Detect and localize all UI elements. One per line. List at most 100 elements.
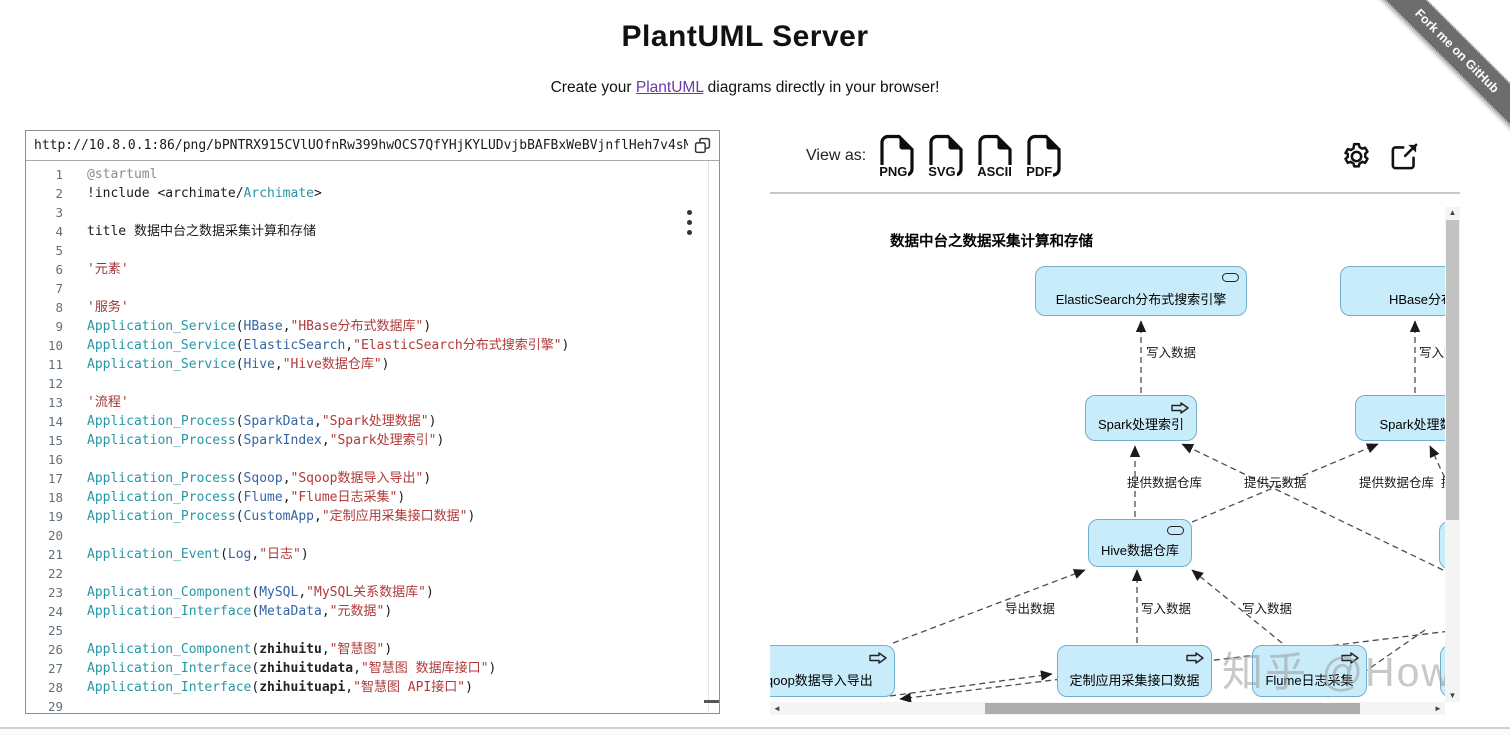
view-toolbar: View as: PNGSVGASCIIPDF <box>770 126 1460 186</box>
diagram-node-spark-index: Spark处理索引 <box>1085 395 1197 441</box>
horizontal-scrollbar[interactable]: ◄ ► <box>770 702 1445 715</box>
code-line: 22 <box>26 564 719 583</box>
line-number: 19 <box>26 507 63 526</box>
code-line: 8'服务' <box>26 298 719 317</box>
line-number: 21 <box>26 545 63 564</box>
code-line: 5 <box>26 241 719 260</box>
format-buttons: PNG SVG ASCII PDF <box>866 134 1062 178</box>
page-title: PlantUML Server <box>0 20 1490 54</box>
edge-label: 写入数据 <box>1242 598 1292 617</box>
plantuml-link[interactable]: PlantUML <box>636 79 703 96</box>
application-process-icon <box>1186 652 1204 667</box>
code-line: 14Application_Process(SparkData,"Spark处理… <box>26 412 719 431</box>
kebab-menu-icon[interactable] <box>685 205 693 240</box>
edge-label: 写入数据 <box>1141 598 1191 617</box>
copy-url-icon[interactable] <box>694 137 711 154</box>
diagram-title: 数据中台之数据采集计算和存储 <box>890 230 1093 251</box>
application-process-icon <box>869 652 887 667</box>
scroll-down-arrow[interactable]: ▼ <box>1445 690 1460 702</box>
application-service-icon <box>1222 273 1239 282</box>
diagram-preview: 数据中台之数据采集计算和存储 ElasticSearch分布式搜索引擎 HBase… <box>770 202 1460 715</box>
code-line: 20 <box>26 526 719 545</box>
line-number: 4 <box>26 222 63 241</box>
code-line: 7 <box>26 279 719 298</box>
code-line: 1@startuml <box>26 165 719 184</box>
format-svg-button[interactable]: SVG <box>928 134 964 178</box>
settings-gear-icon[interactable] <box>1340 140 1373 173</box>
code-lines: 1@startuml2!include <archimate/Archimate… <box>26 165 719 713</box>
page-bottom-divider <box>0 727 1510 735</box>
diagram-url-input[interactable]: http://10.8.0.1:86/png/bPNTRX915CVlUOfnR… <box>34 138 688 153</box>
code-line: 26Application_Component(zhihuitu,"智慧图") <box>26 640 719 659</box>
line-number: 16 <box>26 450 63 469</box>
code-line: 19Application_Process(CustomApp,"定制应用采集接… <box>26 507 719 526</box>
line-number: 7 <box>26 279 63 298</box>
code-line: 23Application_Component(MySQL,"MySQL关系数据… <box>26 583 719 602</box>
page-subtitle: Create your PlantUML diagrams directly i… <box>0 79 1490 97</box>
line-number: 8 <box>26 298 63 317</box>
edge-label: 提供数据仓库 <box>1127 472 1202 491</box>
node-label: 定制应用采集接口数据 <box>1069 670 1199 689</box>
diagram-node-hbase: HBase分布式数据库 <box>1340 266 1460 316</box>
code-line: 2!include <archimate/Archimate> <box>26 184 719 203</box>
line-number: 25 <box>26 621 63 640</box>
code-line: 10Application_Service(ElasticSearch,"Ela… <box>26 336 719 355</box>
line-number: 13 <box>26 393 63 412</box>
code-line: 21Application_Event(Log,"日志") <box>26 545 719 564</box>
format-ascii-button[interactable]: ASCII <box>977 134 1013 178</box>
code-editor[interactable]: 1@startuml2!include <archimate/Archimate… <box>26 161 719 713</box>
watermark: 知乎 @How <box>1222 638 1453 698</box>
editor-vscrollbar-track[interactable] <box>708 161 709 713</box>
code-line: 28Application_Interface(zhihuituapi,"智慧图… <box>26 678 719 697</box>
line-number: 9 <box>26 317 63 336</box>
diagram-node-sqoop: Sqoop数据导入导出 <box>770 645 895 697</box>
scroll-up-arrow[interactable]: ▲ <box>1445 207 1460 219</box>
format-label: ASCII <box>977 165 1013 178</box>
format-png-button[interactable]: PNG <box>879 134 915 178</box>
line-number: 1 <box>26 165 63 184</box>
line-number: 5 <box>26 241 63 260</box>
line-number: 20 <box>26 526 63 545</box>
line-number: 10 <box>26 336 63 355</box>
line-number: 2 <box>26 184 63 203</box>
format-pdf-button[interactable]: PDF <box>1026 134 1062 178</box>
line-number: 14 <box>26 412 63 431</box>
node-label: ElasticSearch分布式搜索引擎 <box>1056 289 1226 308</box>
line-number: 11 <box>26 355 63 374</box>
code-line: 15Application_Process(SparkIndex,"Spark处… <box>26 431 719 450</box>
code-line: 27Application_Interface(zhihuitudata,"智慧… <box>26 659 719 678</box>
code-editor-panel: http://10.8.0.1:86/png/bPNTRX915CVlUOfnR… <box>25 130 720 714</box>
code-line: 6'元素' <box>26 260 719 279</box>
open-external-icon[interactable] <box>1389 141 1420 172</box>
editor-hscroll-thumb[interactable] <box>704 700 719 703</box>
url-row: http://10.8.0.1:86/png/bPNTRX915CVlUOfnR… <box>26 131 719 161</box>
node-label: Sqoop数据导入导出 <box>770 670 873 689</box>
application-process-icon <box>1171 402 1189 417</box>
scroll-right-arrow[interactable]: ► <box>1431 702 1445 715</box>
format-label: PNG <box>879 165 908 178</box>
code-line: 4title 数据中台之数据采集计算和存储 <box>26 222 719 241</box>
code-line: 13'流程' <box>26 393 719 412</box>
horizontal-scroll-thumb[interactable] <box>985 703 1360 714</box>
line-number: 15 <box>26 431 63 450</box>
line-number: 6 <box>26 260 63 279</box>
code-line: 29 <box>26 697 719 713</box>
line-number: 3 <box>26 203 63 222</box>
line-number: 17 <box>26 469 63 488</box>
fork-me-on-github-ribbon[interactable]: Fork me on GitHub <box>1365 0 1510 143</box>
vertical-scroll-thumb[interactable] <box>1446 220 1459 520</box>
vertical-scrollbar[interactable]: ▲ ▼ <box>1445 207 1460 702</box>
edge-label: 提供元数据 <box>1244 472 1307 491</box>
line-number: 24 <box>26 602 63 621</box>
code-line: 25 <box>26 621 719 640</box>
code-line: 12 <box>26 374 719 393</box>
line-number: 27 <box>26 659 63 678</box>
scroll-left-arrow[interactable]: ◄ <box>770 702 784 715</box>
toolbar-separator <box>770 192 1460 194</box>
diagram-node-elasticsearch: ElasticSearch分布式搜索引擎 <box>1035 266 1247 316</box>
line-number: 29 <box>26 697 63 713</box>
diagram-node-custom-app: 定制应用采集接口数据 <box>1057 645 1212 697</box>
line-number: 22 <box>26 564 63 583</box>
line-number: 28 <box>26 678 63 697</box>
diagram-node-hive: Hive数据仓库 <box>1088 519 1192 567</box>
